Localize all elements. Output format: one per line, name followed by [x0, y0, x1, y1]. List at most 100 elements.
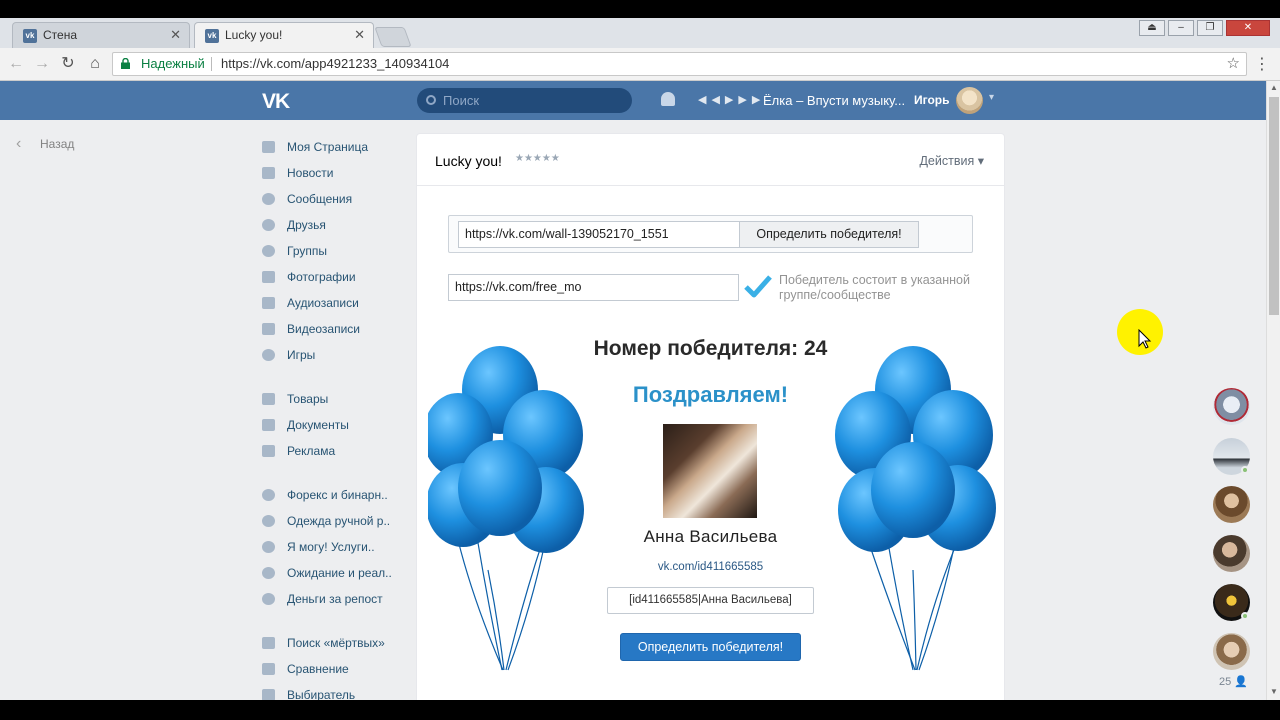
app-card: Lucky you! ★★★★★ Действия ▾ https://vk.c…	[417, 134, 1004, 700]
sidebar-item-documents[interactable]: Документы	[262, 415, 402, 435]
previous-track-icon[interactable]: ◀◀	[698, 94, 725, 106]
sidebar-item-label: Деньги за репост	[287, 592, 383, 606]
bookmark-star-icon[interactable]: ☆	[1227, 53, 1240, 75]
sidebar-item-friends[interactable]: Друзья	[262, 215, 402, 235]
search-input[interactable]: Поиск	[417, 88, 632, 113]
online-count[interactable]: 25 👤	[1219, 675, 1248, 688]
screen-top-border	[0, 0, 1280, 18]
friends-icon	[262, 219, 275, 231]
sidebar-item-label: Ожидание и реал..	[287, 566, 392, 580]
home-icon[interactable]: ⌂	[85, 54, 105, 74]
sidebar-item-my-page[interactable]: Моя Страница	[262, 137, 402, 157]
sidebar-item-goods[interactable]: Товары	[262, 389, 402, 409]
messages-icon	[262, 193, 275, 205]
shopping-bag-icon	[262, 393, 275, 405]
browser-menu-icon[interactable]: ⋮	[1254, 54, 1270, 74]
sidebar-item-group[interactable]: Одежда ручной р..	[262, 511, 402, 531]
back-arrow-icon[interactable]: ←	[6, 54, 26, 74]
determine-winner-primary-button[interactable]: Определить победителя!	[620, 633, 801, 661]
film-icon	[262, 323, 275, 335]
sidebar-item-ads[interactable]: Реклама	[262, 441, 402, 461]
sidebar-item-photos[interactable]: Фотографии	[262, 267, 402, 287]
sidebar-item-label: Документы	[287, 418, 349, 432]
next-track-icon[interactable]: ▶▶	[738, 94, 765, 106]
post-url-input[interactable]: https://vk.com/wall-139052170_1551	[458, 221, 740, 248]
lock-icon	[121, 58, 130, 69]
screen-bottom-border	[0, 700, 1280, 720]
close-icon[interactable]: ✕	[170, 23, 181, 47]
play-icon[interactable]: ▶	[725, 94, 738, 106]
avatar[interactable]	[1213, 388, 1250, 425]
scrollbar-thumb[interactable]	[1269, 97, 1279, 315]
close-window-button[interactable]: ✕	[1226, 20, 1270, 36]
groups-icon	[262, 541, 275, 553]
sidebar-item-app[interactable]: Выбиратель	[262, 685, 402, 700]
track-title[interactable]: Ёлка – Впусти музыку...	[763, 93, 905, 108]
sidebar-item-group[interactable]: Я могу! Услуги..	[262, 537, 402, 557]
actions-menu[interactable]: Действия ▾	[919, 153, 984, 168]
groups-icon	[262, 515, 275, 527]
sidebar-item-label: Поиск «мёртвых»	[287, 636, 385, 650]
sidebar-item-news[interactable]: Новости	[262, 163, 402, 183]
vk-header: VK Поиск ◀◀▶▶▶ Ёлка – Впусти музыку... И…	[0, 81, 1266, 120]
sidebar-item-audio[interactable]: Аудиозаписи	[262, 293, 402, 313]
tab-label: Lucky you!	[225, 28, 283, 42]
online-status-icon	[1241, 612, 1249, 620]
avatar[interactable]	[956, 87, 983, 114]
count-value: 25	[1219, 676, 1232, 688]
scroll-up-icon[interactable]: ▲	[1267, 83, 1280, 92]
maximize-button[interactable]: ❐	[1197, 20, 1223, 36]
window-controls: ⏏ – ❐ ✕	[1139, 20, 1270, 36]
url-text: https://vk.com/app4921233_140934104	[221, 56, 450, 71]
sidebar-item-app[interactable]: Поиск «мёртвых»	[262, 633, 402, 653]
megaphone-icon	[262, 445, 275, 457]
new-tab-button[interactable]	[374, 27, 412, 47]
chevron-left-icon: ‹	[16, 135, 22, 152]
sidebar-item-messages[interactable]: Сообщения	[262, 189, 402, 209]
user-name[interactable]: Игорь	[914, 93, 950, 107]
home-icon	[262, 141, 275, 153]
sidebar-item-group[interactable]: Деньги за репост	[262, 589, 402, 609]
vk-icon: vk	[23, 29, 37, 43]
sidebar-item-video[interactable]: Видеозаписи	[262, 319, 402, 339]
determine-winner-button[interactable]: Определить победителя!	[739, 221, 919, 248]
person-icon: 👤	[1234, 676, 1249, 688]
scroll-down-icon[interactable]: ▼	[1267, 687, 1280, 696]
group-url-input[interactable]: https://vk.com/free_mo	[448, 274, 739, 301]
bell-icon[interactable]	[661, 92, 675, 106]
sidebar-item-group[interactable]: Форекс и бинарн..	[262, 485, 402, 505]
sidebar-item-games[interactable]: Игры	[262, 345, 402, 365]
gamepad-icon	[262, 349, 275, 361]
sidebar-item-group[interactable]: Ожидание и реал..	[262, 563, 402, 583]
sidebar-item-label: Форекс и бинарн..	[287, 488, 388, 502]
checkmark-icon[interactable]	[744, 274, 772, 298]
document-icon	[262, 419, 275, 431]
avatar[interactable]	[1213, 486, 1250, 523]
back-label: Назад	[40, 137, 75, 151]
winner-photo[interactable]	[663, 424, 757, 518]
minimize-button[interactable]: –	[1168, 20, 1194, 36]
tab-wall[interactable]: vk Стена ✕	[12, 22, 190, 48]
url-input[interactable]: Надежный https://vk.com/app4921233_14093…	[112, 52, 1247, 76]
chevron-down-icon[interactable]: ▾	[989, 92, 994, 103]
sidebar-item-groups[interactable]: Группы	[262, 241, 402, 261]
sidebar-item-label: Выбиратель	[287, 688, 356, 700]
avatar[interactable]	[1213, 535, 1250, 572]
close-icon[interactable]: ✕	[354, 23, 365, 47]
vk-logo[interactable]: VK	[262, 90, 290, 114]
page-scrollbar[interactable]: ▲ ▼	[1266, 81, 1280, 700]
browser-tab-strip: vk Стена ✕ vk Lucky you! ✕ ⏏ – ❐ ✕	[0, 18, 1280, 48]
sidebar-item-label: Видеозаписи	[287, 322, 361, 336]
search-placeholder: Поиск	[443, 93, 480, 108]
avatar[interactable]	[1213, 633, 1250, 670]
sidebar-item-app[interactable]: Сравнение	[262, 659, 402, 679]
apps-grid-icon	[262, 689, 275, 700]
sidebar-item-label: Группы	[287, 244, 327, 258]
forward-arrow-icon[interactable]: →	[32, 54, 52, 74]
profile-icon[interactable]: ⏏	[1139, 20, 1165, 36]
reload-icon[interactable]: ↻	[58, 54, 78, 74]
tab-label: Стена	[43, 28, 78, 42]
winner-mention-field[interactable]: [id411665585|Анна Васильева]	[607, 587, 814, 614]
sidebar-item-label: Аудиозаписи	[287, 296, 359, 310]
tab-lucky-you[interactable]: vk Lucky you! ✕	[194, 22, 374, 48]
